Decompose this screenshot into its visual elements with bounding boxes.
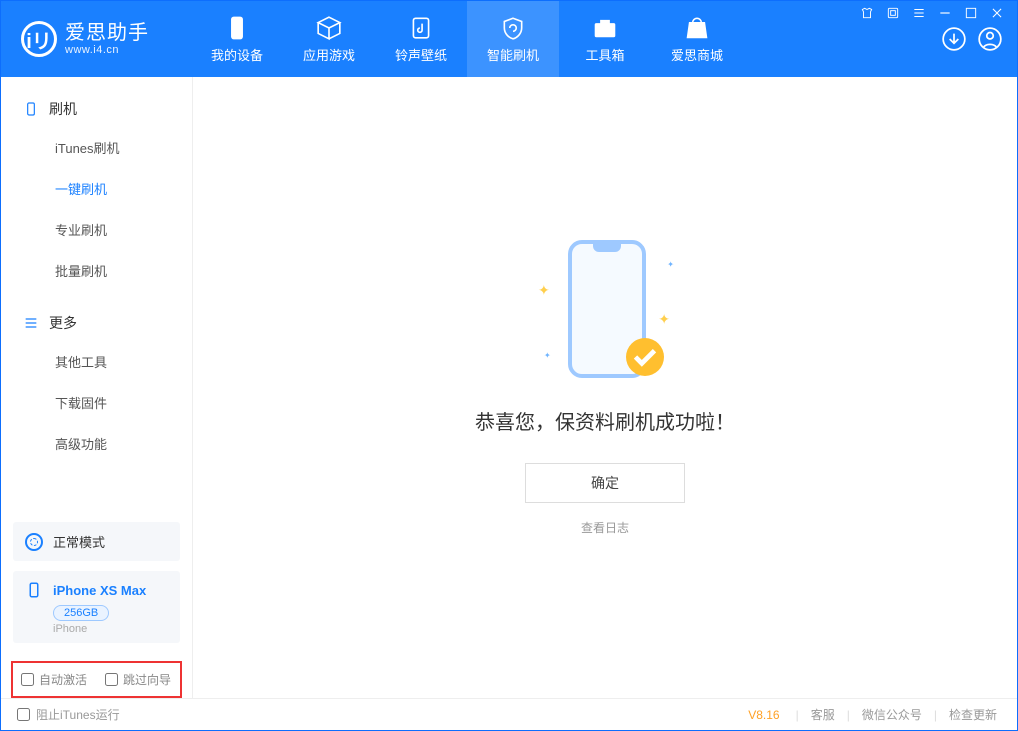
nav-apps-games[interactable]: 应用游戏 <box>283 1 375 77</box>
nav-store[interactable]: 爱思商城 <box>651 1 743 77</box>
nav-smart-flash[interactable]: 智能刷机 <box>467 1 559 77</box>
app-header: iリ 爱思助手 www.i4.cn 我的设备 应用游戏 铃声壁纸 智能刷机 工具… <box>1 1 1017 77</box>
main-content: ✦✦✦✦ 恭喜您，保资料刷机成功啦！ 确定 查看日志 <box>193 77 1017 698</box>
device-info-box[interactable]: iPhone XS Max 256GB iPhone <box>13 571 180 643</box>
sidebar-item-onekey-flash[interactable]: 一键刷机 <box>1 168 192 209</box>
sidebar: 刷机 iTunes刷机 一键刷机 专业刷机 批量刷机 更多 其他工具 下载固件 … <box>1 77 193 698</box>
view-log-link[interactable]: 查看日志 <box>581 519 629 536</box>
music-file-icon <box>408 15 434 41</box>
footer-link-update[interactable]: 检查更新 <box>945 706 1001 723</box>
cube-icon <box>316 15 342 41</box>
lock-icon[interactable] <box>886 6 900 23</box>
sidebar-item-batch-flash[interactable]: 批量刷机 <box>1 250 192 291</box>
device-capacity: 256GB <box>53 605 109 621</box>
check-badge-icon <box>626 338 664 376</box>
device-mode-box[interactable]: 正常模式 <box>13 522 180 561</box>
user-icon[interactable] <box>977 26 1003 52</box>
block-itunes-checkbox[interactable]: 阻止iTunes运行 <box>17 706 120 723</box>
device-name: iPhone XS Max <box>53 583 146 598</box>
sidebar-group-more: 更多 <box>1 305 192 341</box>
top-nav: 我的设备 应用游戏 铃声壁纸 智能刷机 工具箱 爱思商城 <box>191 1 743 77</box>
flash-options-row: 自动激活 跳过向导 <box>11 661 182 698</box>
status-bar: 阻止iTunes运行 V8.16 | 客服 | 微信公众号 | 检查更新 <box>1 698 1017 730</box>
logo-area: iリ 爱思助手 www.i4.cn <box>1 1 191 77</box>
auto-activate-checkbox[interactable]: 自动激活 <box>21 671 87 688</box>
success-illustration: ✦✦✦✦ <box>550 240 660 380</box>
sidebar-item-download-firmware[interactable]: 下载固件 <box>1 382 192 423</box>
skip-guide-checkbox[interactable]: 跳过向导 <box>105 671 171 688</box>
menu-icon[interactable] <box>912 6 926 23</box>
success-message: 恭喜您，保资料刷机成功啦！ <box>475 406 735 435</box>
sidebar-item-pro-flash[interactable]: 专业刷机 <box>1 209 192 250</box>
device-mode-label: 正常模式 <box>53 532 105 551</box>
mode-indicator-icon <box>25 533 43 551</box>
device-icon <box>23 101 39 117</box>
shopping-bag-icon <box>684 15 710 41</box>
app-name: 爱思助手 <box>65 22 149 44</box>
maximize-button[interactable] <box>964 6 978 23</box>
window-controls <box>860 6 1004 23</box>
menu-lines-icon <box>23 315 39 331</box>
refresh-shield-icon <box>500 15 526 41</box>
nav-toolbox[interactable]: 工具箱 <box>559 1 651 77</box>
close-button[interactable] <box>990 6 1004 23</box>
sidebar-item-advanced[interactable]: 高级功能 <box>1 423 192 464</box>
minimize-button[interactable] <box>938 6 952 23</box>
shirt-icon[interactable] <box>860 6 874 23</box>
device-type: iPhone <box>53 623 168 635</box>
phone-outline-icon <box>25 581 43 599</box>
sidebar-item-itunes-flash[interactable]: iTunes刷机 <box>1 127 192 168</box>
footer-link-support[interactable]: 客服 <box>807 706 839 723</box>
sidebar-item-other-tools[interactable]: 其他工具 <box>1 341 192 382</box>
phone-icon <box>224 15 250 41</box>
sidebar-group-flash: 刷机 <box>1 91 192 127</box>
nav-my-device[interactable]: 我的设备 <box>191 1 283 77</box>
version-label: V8.16 <box>748 708 779 722</box>
download-icon[interactable] <box>941 26 967 52</box>
nav-ringtones[interactable]: 铃声壁纸 <box>375 1 467 77</box>
ok-button[interactable]: 确定 <box>525 463 685 503</box>
toolbox-icon <box>592 15 618 41</box>
app-logo-icon: iリ <box>21 21 57 57</box>
footer-link-wechat[interactable]: 微信公众号 <box>858 706 926 723</box>
app-url: www.i4.cn <box>65 44 149 56</box>
